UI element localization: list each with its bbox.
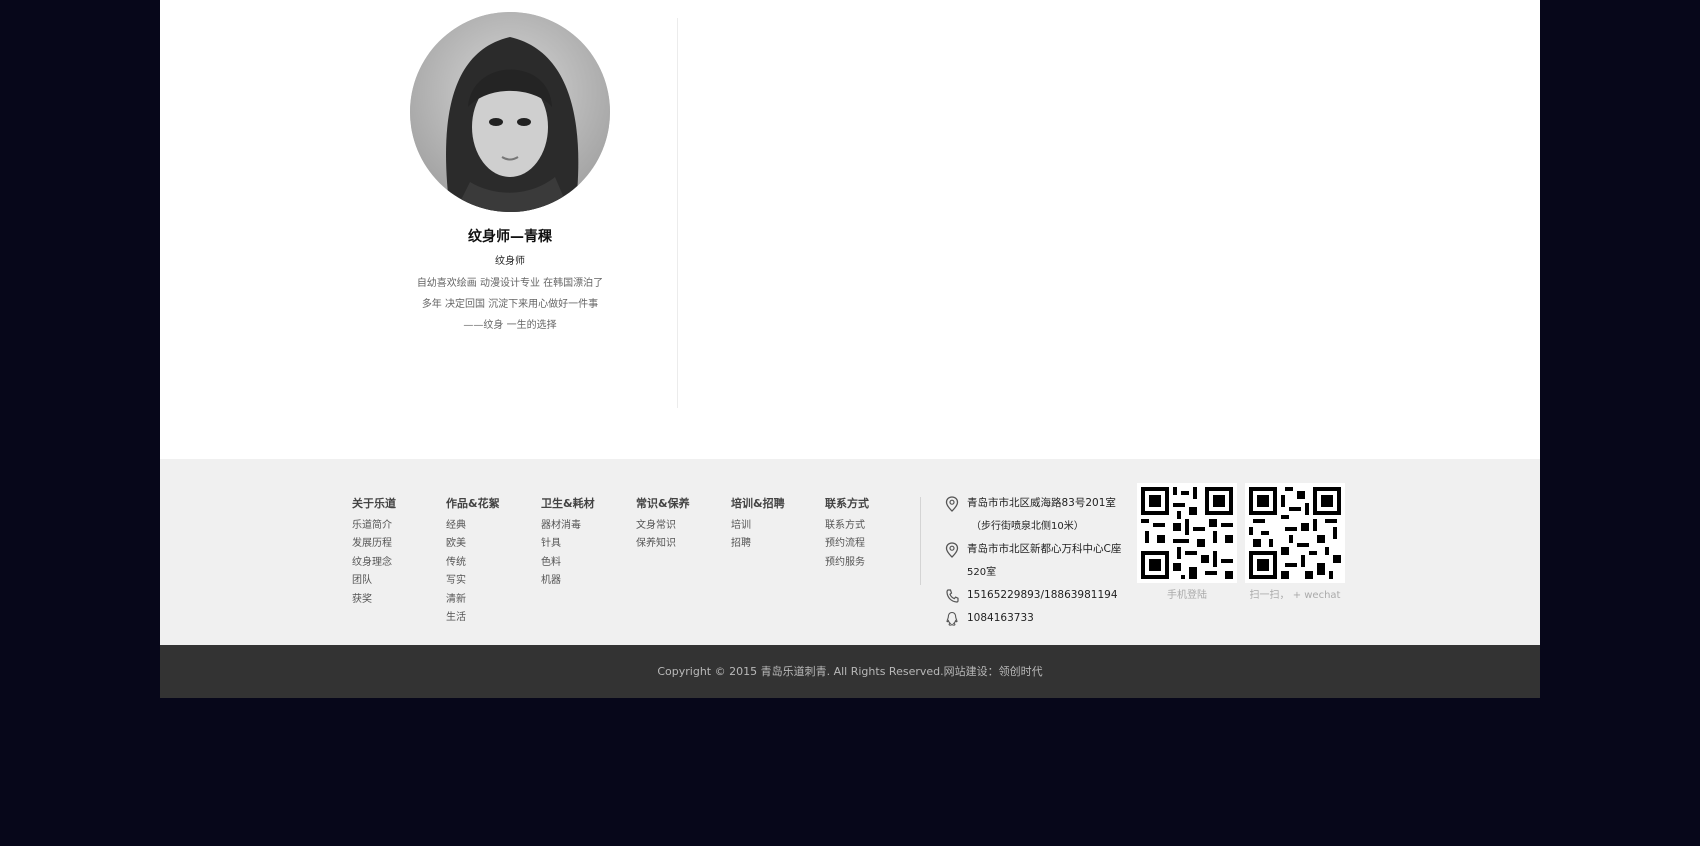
footer-link[interactable]: 联系方式 [825,517,869,535]
contact-phone: 15165229893/18863981194 [945,584,1145,607]
footer-column-title: 作品&花絮 [446,497,500,510]
artist-description: 自幼喜欢绘画 动漫设计专业 在韩国漂泊了多年 决定回国 沉淀下来用心做好一件事—… [416,278,604,331]
address-text: 青岛市市北区新都心万科中心C座 [967,543,1122,555]
content-page: 纹身师—青稞 纹身师 自幼喜欢绘画 动漫设计专业 在韩国漂泊了多年 决定回国 沉… [160,0,1540,698]
footer-column-contact: 联系方式 联系方式 预约流程 预约服务 [825,495,869,572]
artist-role: 纹身师 [495,256,525,267]
footer-link[interactable]: 传统 [446,554,500,572]
footer-link[interactable]: 发展历程 [352,535,396,553]
qr-code-wechat [1245,483,1345,583]
footer-column-about: 关于乐道 乐道简介 发展历程 纹身理念 团队 获奖 [352,495,396,609]
footer-link[interactable]: 写实 [446,572,500,590]
qr-caption-mobile: 手机登陆 [1167,590,1207,601]
footer-link[interactable]: 器材消毒 [541,517,595,535]
footer-link[interactable]: 预约流程 [825,535,869,553]
footer-link[interactable]: 欧美 [446,535,500,553]
footer-column-title: 关于乐道 [352,497,396,510]
address-note: 520室 [967,567,997,578]
footer-column-title: 培训&招聘 [731,497,785,510]
qr-caption-wechat: 扫一扫， + wechat [1249,590,1341,601]
footer-column-hygiene: 卫生&耗材 器材消毒 针具 色料 机器 [541,495,595,591]
vertical-divider [677,18,678,408]
contact-info: 青岛市市北区威海路83号201室 （步行街喷泉北侧10米） 青岛市市北区新都心万… [945,492,1145,630]
copyright-bar: Copyright © 2015 青岛乐道刺青. All Rights Rese… [160,645,1540,698]
footer-link[interactable]: 保养知识 [636,535,690,553]
contact-qq: 1084163733 [945,607,1145,630]
footer-link[interactable]: 清新 [446,591,500,609]
footer-link[interactable]: 培训 [731,517,785,535]
address-text: 青岛市市北区威海路83号201室 [967,497,1116,509]
artist-avatar [410,12,610,212]
footer-column-title: 联系方式 [825,497,869,510]
footer-link[interactable]: 针具 [541,535,595,553]
artist-profile: 纹身师—青稞 纹身师 自幼喜欢绘画 动漫设计专业 在韩国漂泊了多年 决定回国 沉… [410,12,610,336]
phone-icon [946,589,959,603]
contact-address-2: 青岛市市北区新都心万科中心C座 520室 [945,538,1145,584]
footer-link[interactable]: 纹身理念 [352,554,396,572]
footer-link[interactable]: 获奖 [352,591,396,609]
qq-text: 1084163733 [967,612,1034,624]
qr-code-mobile [1137,483,1237,583]
footer-link[interactable]: 生活 [446,609,500,627]
footer-link[interactable]: 乐道简介 [352,517,396,535]
footer-link[interactable]: 预约服务 [825,554,869,572]
footer-column-training: 培训&招聘 培训 招聘 [731,495,785,554]
qr-code-icon [1137,483,1237,583]
footer-divider [920,497,921,585]
footer-link[interactable]: 招聘 [731,535,785,553]
footer-link[interactable]: 色料 [541,554,595,572]
location-pin-icon [945,542,959,558]
footer-link[interactable]: 团队 [352,572,396,590]
footer-column-works: 作品&花絮 经典 欧美 传统 写实 清新 生活 [446,495,500,627]
footer-link[interactable]: 文身常识 [636,517,690,535]
phone-text: 15165229893/18863981194 [967,589,1118,601]
location-pin-icon [945,496,959,512]
contact-address-1: 青岛市市北区威海路83号201室 （步行街喷泉北侧10米） [945,492,1145,538]
qq-icon [946,611,958,626]
artist-name: 纹身师—青稞 [468,229,552,245]
footer-column-title: 常识&保养 [636,497,690,510]
footer-link[interactable]: 经典 [446,517,500,535]
site-footer: 关于乐道 乐道简介 发展历程 纹身理念 团队 获奖 作品&花絮 经典 欧美 传统… [160,459,1540,645]
footer-column-title: 卫生&耗材 [541,497,595,510]
footer-column-care: 常识&保养 文身常识 保养知识 [636,495,690,554]
address-note: （步行街喷泉北侧10米） [971,521,1084,532]
footer-link[interactable]: 机器 [541,572,595,590]
qr-code-icon [1245,483,1345,583]
